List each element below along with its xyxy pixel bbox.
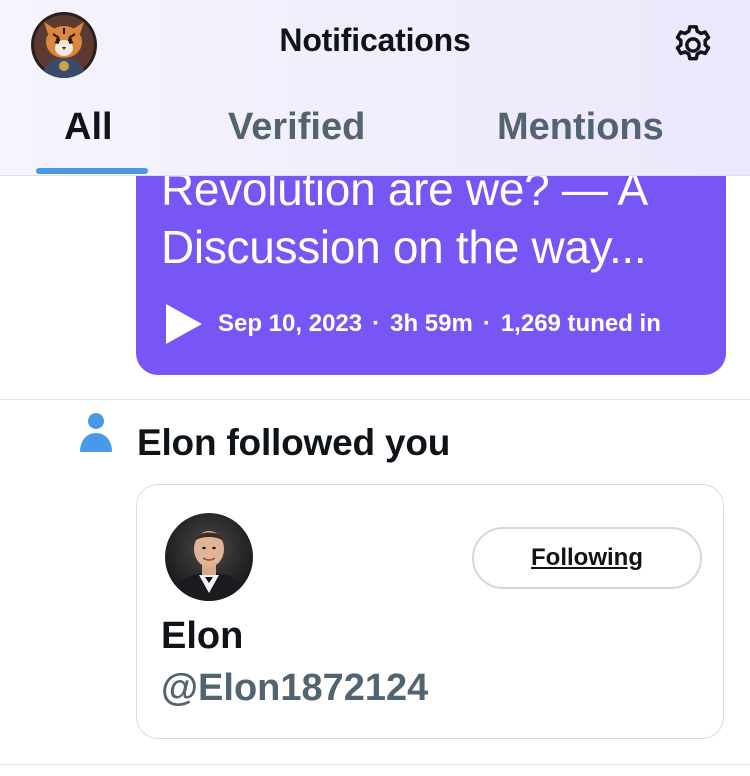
following-button[interactable]: Following [472, 527, 702, 589]
space-title: Revolution are we? — A Discussion on the… [161, 160, 696, 276]
person-icon [80, 413, 112, 452]
user-card[interactable]: Following Elon @Elon1872124 [136, 484, 724, 739]
header-border [0, 175, 750, 176]
divider [0, 764, 750, 765]
user-name[interactable]: Elon [161, 615, 243, 658]
play-icon[interactable] [166, 304, 202, 344]
active-tab-indicator [36, 168, 148, 174]
space-meta: Sep 10, 2023 · 3h 59m · 1,269 tuned in [166, 302, 661, 346]
notifications-screen: Revolution are we? — A Discussion on the… [0, 0, 750, 776]
tab-verified[interactable]: Verified [228, 106, 365, 149]
tab-all[interactable]: All [64, 106, 113, 149]
page-title: Notifications [279, 22, 471, 58]
meta-separator: · [372, 310, 381, 337]
user-handle[interactable]: @Elon1872124 [161, 667, 428, 710]
follow-notification-text[interactable]: Elon followed you [137, 422, 450, 464]
gear-icon[interactable] [670, 22, 716, 68]
meta-separator: · [482, 310, 491, 337]
space-title-line-2: Discussion on the way... [161, 221, 647, 273]
divider [0, 399, 750, 400]
space-duration: 3h 59m [390, 310, 473, 337]
space-date: Sep 10, 2023 [218, 310, 363, 337]
space-tuned-in: 1,269 tuned in [500, 310, 661, 337]
tab-bar: All Verified Mentions [0, 100, 750, 176]
user-avatar-image [165, 513, 253, 601]
tab-mentions[interactable]: Mentions [497, 106, 664, 149]
header: Notifications All Verified Mentions [0, 0, 750, 176]
user-avatar[interactable] [165, 513, 253, 601]
